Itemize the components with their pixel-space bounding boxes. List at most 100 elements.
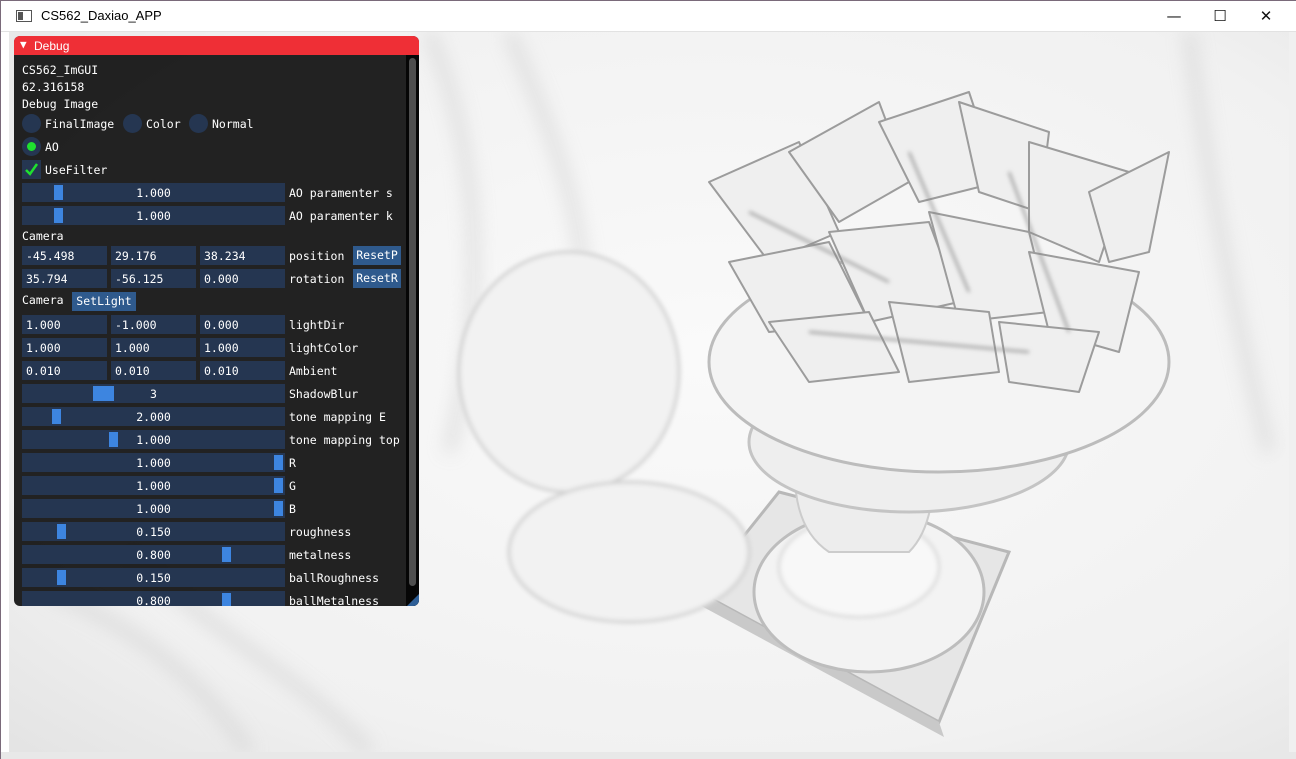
position-label: position bbox=[289, 249, 345, 263]
ao-k-label: AO paramenter k bbox=[289, 209, 393, 223]
light-dir-x-field[interactable]: 1.000 bbox=[22, 315, 107, 334]
field-value: 0.010 bbox=[204, 364, 239, 378]
field-value: 38.234 bbox=[204, 249, 246, 263]
use-filter-checkbox[interactable] bbox=[22, 160, 41, 179]
ball-roughness-slider[interactable]: 0.150 bbox=[22, 568, 285, 587]
slider-value: 1.000 bbox=[136, 502, 171, 516]
field-value: -45.498 bbox=[26, 249, 75, 263]
slider-value: 3 bbox=[150, 387, 157, 401]
ambient-r-field[interactable]: 0.010 bbox=[22, 361, 107, 380]
field-value: 1.000 bbox=[26, 318, 61, 332]
debug-panel-title: Debug bbox=[34, 39, 70, 53]
background-window-edge bbox=[1289, 32, 1296, 759]
app-window: CS562_Daxiao_APP — ☐ ✕ ▼ Debug CS562_ImG… bbox=[0, 0, 1296, 759]
ambient-b-field[interactable]: 0.010 bbox=[200, 361, 285, 380]
ao-k-slider[interactable]: 1.000 bbox=[22, 206, 285, 225]
ambient-g-field[interactable]: 0.010 bbox=[111, 361, 196, 380]
radio-ao[interactable] bbox=[22, 137, 41, 156]
slider-value: 1.000 bbox=[136, 479, 171, 493]
ball-roughness-label: ballRoughness bbox=[289, 571, 380, 585]
slider-value: 0.800 bbox=[136, 594, 171, 606]
ball-metalness-label: ballMetalness bbox=[289, 594, 380, 606]
radio-finalimage[interactable] bbox=[22, 114, 41, 133]
metalness-slider[interactable]: 0.800 bbox=[22, 545, 285, 564]
shadow-blur-label: ShadowBlur bbox=[289, 387, 359, 401]
ao-s-slider[interactable]: 1.000 bbox=[22, 183, 285, 202]
light-dir-y-field[interactable]: -1.000 bbox=[111, 315, 196, 334]
maximize-button[interactable]: ☐ bbox=[1197, 1, 1243, 32]
use-filter-label: UseFilter bbox=[45, 163, 108, 177]
slider-value: 0.800 bbox=[136, 548, 171, 562]
light-color-label: lightColor bbox=[289, 341, 359, 355]
rotation-z-field[interactable]: 0.000 bbox=[200, 269, 285, 288]
collapse-arrow-icon[interactable]: ▼ bbox=[20, 38, 27, 51]
light-color-r-field[interactable]: 1.000 bbox=[22, 338, 107, 357]
light-color-b-field[interactable]: 1.000 bbox=[200, 338, 285, 357]
ao-s-label: AO paramenter s bbox=[289, 186, 393, 200]
position-x-field[interactable]: -45.498 bbox=[22, 246, 107, 265]
field-value: 35.794 bbox=[26, 272, 68, 286]
rotation-y-field[interactable]: -56.125 bbox=[111, 269, 196, 288]
app-name-text: CS562_ImGUI bbox=[22, 63, 99, 77]
debug-panel-scrollbar[interactable] bbox=[406, 55, 419, 606]
fps-text: 62.316158 bbox=[22, 80, 85, 94]
debug-panel[interactable]: ▼ Debug CS562_ImGUI 62.316158 Debug Imag… bbox=[14, 36, 419, 606]
camera-label: Camera bbox=[22, 229, 64, 243]
reset-rotation-button[interactable]: ResetR bbox=[353, 269, 401, 288]
slider-value: 1.000 bbox=[136, 209, 171, 223]
position-z-field[interactable]: 38.234 bbox=[200, 246, 285, 265]
radio-ao-label: AO bbox=[45, 140, 59, 154]
debug-panel-header[interactable]: ▼ Debug bbox=[14, 36, 419, 55]
tone-mapping-e-slider[interactable]: 2.000 bbox=[22, 407, 285, 426]
b-label: B bbox=[289, 502, 296, 516]
tone-mapping-top-slider[interactable]: 1.000 bbox=[22, 430, 285, 449]
field-value: 1.000 bbox=[204, 341, 239, 355]
rotation-label: rotation bbox=[289, 272, 345, 286]
minimize-button[interactable]: — bbox=[1151, 1, 1197, 32]
slider-value: 0.150 bbox=[136, 525, 171, 539]
g-slider[interactable]: 1.000 bbox=[22, 476, 285, 495]
title-bar[interactable]: CS562_Daxiao_APP — ☐ ✕ bbox=[1, 1, 1296, 32]
window-title: CS562_Daxiao_APP bbox=[41, 8, 162, 23]
field-value: 1.000 bbox=[115, 341, 150, 355]
set-light-button[interactable]: SetLight bbox=[72, 292, 136, 311]
background-window-edge-bottom bbox=[1, 752, 1296, 759]
position-y-field[interactable]: 29.176 bbox=[111, 246, 196, 265]
debug-image-label: Debug Image bbox=[22, 97, 99, 111]
radio-normal[interactable] bbox=[189, 114, 208, 133]
reset-position-button[interactable]: ResetP bbox=[353, 246, 401, 265]
light-dir-z-field[interactable]: 0.000 bbox=[200, 315, 285, 334]
field-value: 1.000 bbox=[26, 341, 61, 355]
slider-value: 1.000 bbox=[136, 186, 171, 200]
camera-label-2: Camera bbox=[22, 293, 64, 307]
tone-mapping-e-label: tone mapping E bbox=[289, 410, 386, 424]
b-slider[interactable]: 1.000 bbox=[22, 499, 285, 518]
ball-metalness-slider[interactable]: 0.800 bbox=[22, 591, 285, 606]
field-value: 29.176 bbox=[115, 249, 157, 263]
radio-color[interactable] bbox=[123, 114, 142, 133]
radio-color-label: Color bbox=[146, 117, 181, 131]
scrollbar-thumb[interactable] bbox=[409, 58, 416, 586]
r-slider[interactable]: 1.000 bbox=[22, 453, 285, 472]
close-button[interactable]: ✕ bbox=[1243, 1, 1289, 32]
field-value: 0.010 bbox=[26, 364, 61, 378]
field-value: 0.000 bbox=[204, 272, 239, 286]
resize-grip-icon[interactable] bbox=[407, 594, 419, 606]
checkmark-icon bbox=[25, 163, 39, 176]
roughness-label: roughness bbox=[289, 525, 352, 539]
app-window-icon bbox=[16, 10, 32, 22]
shadow-blur-slider[interactable]: 3 bbox=[22, 384, 285, 403]
slider-value: 1.000 bbox=[136, 456, 171, 470]
field-value: 0.010 bbox=[115, 364, 150, 378]
light-color-g-field[interactable]: 1.000 bbox=[111, 338, 196, 357]
ambient-label: Ambient bbox=[289, 364, 338, 378]
slider-value: 0.150 bbox=[136, 571, 171, 585]
r-label: R bbox=[289, 456, 296, 470]
rotation-x-field[interactable]: 35.794 bbox=[22, 269, 107, 288]
tone-mapping-top-label: tone mapping top bbox=[289, 433, 400, 447]
roughness-slider[interactable]: 0.150 bbox=[22, 522, 285, 541]
field-value: -56.125 bbox=[115, 272, 164, 286]
slider-value: 2.000 bbox=[136, 410, 171, 424]
slider-value: 1.000 bbox=[136, 433, 171, 447]
metalness-label: metalness bbox=[289, 548, 352, 562]
